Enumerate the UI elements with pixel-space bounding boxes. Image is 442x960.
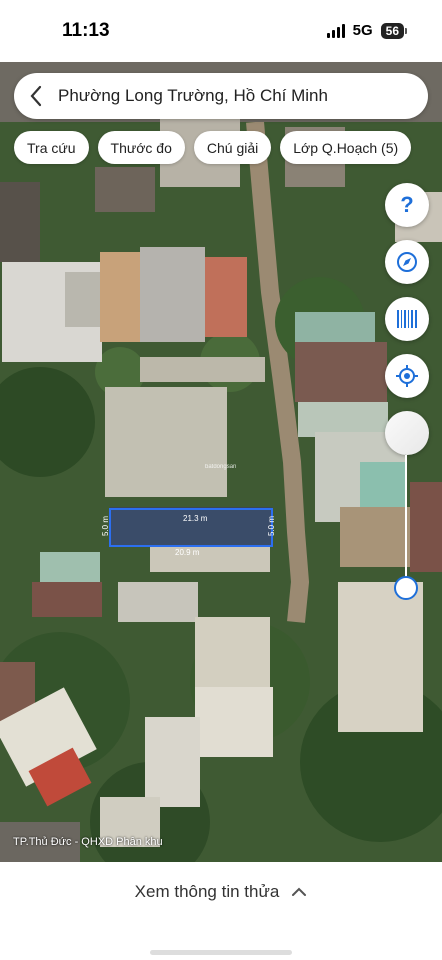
chip-planning-layer[interactable]: Lớp Q.Hoạch (5): [280, 131, 412, 164]
parcel-right-width: 5.0 m: [267, 516, 276, 536]
watermark: batdongsan: [205, 464, 236, 470]
home-indicator: [150, 950, 292, 955]
signal-icon: [326, 23, 345, 38]
compass-button[interactable]: [385, 240, 429, 284]
battery-icon: 56: [380, 22, 408, 39]
chip-lookup[interactable]: Tra cứu: [14, 131, 89, 164]
opacity-slider-knob[interactable]: [394, 576, 418, 600]
circle-icon[interactable]: [385, 411, 429, 455]
filter-chips: Tra cứu Thước đo Chú giải Lớp Q.Hoạch (5…: [14, 131, 412, 164]
barcode-icon: [397, 310, 417, 328]
locate-button[interactable]: [385, 354, 429, 398]
satellite-imagery: 21.3 m 20.9 m 5.0 m 5.0 m batdongsan: [0, 62, 442, 862]
parcel-left-width: 5.0 m: [101, 516, 110, 536]
chevron-left-icon: [30, 85, 42, 107]
status-bar: 11:13 5G 56: [0, 0, 442, 62]
map-attribution: TP.Thủ Đức - QHXD Phân khu: [13, 836, 163, 848]
parcel-info-label: Xem thông tin thửa: [134, 882, 280, 901]
search-location-text[interactable]: Phường Long Trường, Hồ Chí Minh: [58, 86, 328, 106]
parcel-top-length: 21.3 m: [183, 514, 208, 523]
back-button[interactable]: [14, 73, 58, 119]
bottom-sheet: Xem thông tin thửa: [0, 862, 442, 960]
compass-icon: [397, 252, 417, 272]
map-view[interactable]: 21.3 m 20.9 m 5.0 m 5.0 m batdongsan: [0, 62, 442, 862]
crosshair-icon: [396, 365, 418, 387]
parcel-info-button[interactable]: Xem thông tin thửa: [0, 882, 442, 902]
question-icon: ?: [400, 192, 414, 217]
barcode-button[interactable]: [385, 297, 429, 341]
chip-legend[interactable]: Chú giải: [193, 131, 272, 164]
chevron-up-icon: [292, 887, 307, 896]
opacity-slider-track[interactable]: [405, 455, 407, 588]
search-bar[interactable]: Phường Long Trường, Hồ Chí Minh: [14, 73, 428, 119]
status-time: 11:13: [62, 20, 110, 41]
help-button[interactable]: ?: [385, 183, 429, 227]
parcel-bottom-length: 20.9 m: [175, 548, 200, 557]
chip-measure[interactable]: Thước đo: [97, 131, 185, 164]
network-label: 5G: [352, 22, 373, 39]
status-indicators: 5G 56: [326, 22, 408, 39]
